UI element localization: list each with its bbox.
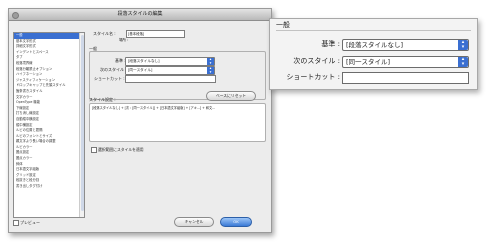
dialog-title: 段落スタイルの編集 [117, 11, 163, 17]
style-name-input[interactable]: [基本段落] [126, 30, 185, 38]
reset-to-base-button[interactable]: ベースにリセット [206, 91, 256, 101]
dialog-titlebar: 段落スタイルの編集 [9, 9, 271, 21]
up-down-arrows-icon: ▴ ▾ [207, 57, 214, 65]
style-settings-box: [段落スタイルなし] + [次 : [同一スタイル]] + [日本語文字組版] … [89, 103, 266, 142]
category-list-scrollbar[interactable] [79, 33, 84, 217]
ok-button[interactable]: OK [220, 217, 252, 227]
style-name-label: スタイル名 : [93, 31, 116, 36]
shortcut-input[interactable] [125, 75, 216, 83]
apply-style-checkbox-label: 選択範囲にスタイルを適用 [98, 146, 144, 152]
up-down-arrows-icon: ▴ ▾ [458, 57, 468, 67]
zoomed-general-panel: 一般 基準 : [段落スタイルなし] ▴ ▾ 次のスタイル : [同一スタイル] … [269, 18, 478, 90]
zoom-shortcut-label: ショートカット : [286, 73, 340, 81]
zoom-based-on-select[interactable]: [段落スタイルなし] ▴ ▾ [342, 39, 469, 51]
up-down-arrows-icon: ▴ ▾ [458, 40, 468, 50]
style-settings-label: スタイル設定 : [89, 97, 116, 102]
preview-label: プレビュー [20, 219, 40, 225]
location-label: 場所 : [119, 38, 129, 42]
shortcut-label: ショートカット : [94, 76, 125, 81]
cancel-button[interactable]: キャンセル [174, 217, 214, 227]
preview-checkbox[interactable] [13, 220, 19, 226]
zoom-divider [276, 30, 471, 31]
next-style-value: [同一スタイル] [128, 68, 153, 72]
category-list[interactable]: 一般 基本文字形式 詳細文字形式 インデントとスペース タブ 段落境界線 段落分離禁止オプシ… [13, 32, 85, 218]
zoom-next-style-value: [同一スタイル] [346, 58, 391, 66]
sidebar-item[interactable]: 書き出しタグ付け [14, 184, 84, 190]
next-style-label: 次のスタイル : [100, 67, 127, 72]
based-on-value: [段落スタイルなし] [128, 59, 160, 63]
zoom-next-style-select[interactable]: [同一スタイル] ▴ ▾ [342, 56, 469, 68]
close-icon[interactable] [12, 12, 19, 19]
zoom-based-on-label: 基準 : [321, 40, 340, 48]
style-settings-text: [段落スタイルなし] + [次 : [同一スタイル]] + [日本語文字組版] … [92, 106, 216, 110]
based-on-select[interactable]: [段落スタイルなし] ▴ ▾ [125, 57, 215, 66]
zoom-based-on-value: [段落スタイルなし] [346, 41, 404, 49]
zoom-shortcut-input[interactable] [342, 72, 469, 84]
up-down-arrows-icon: ▴ ▾ [207, 66, 214, 74]
checkbox-icon[interactable] [91, 147, 97, 153]
zoom-next-style-label: 次のスタイル : [293, 57, 340, 65]
next-style-select[interactable]: [同一スタイル] ▴ ▾ [125, 66, 215, 75]
edit-paragraph-style-dialog: 段落スタイルの編集 一般 基本文字形式 詳細文字形式 インデントとスペース タブ 段落境界… [8, 8, 272, 233]
zoom-general-heading: 一般 [276, 21, 290, 29]
